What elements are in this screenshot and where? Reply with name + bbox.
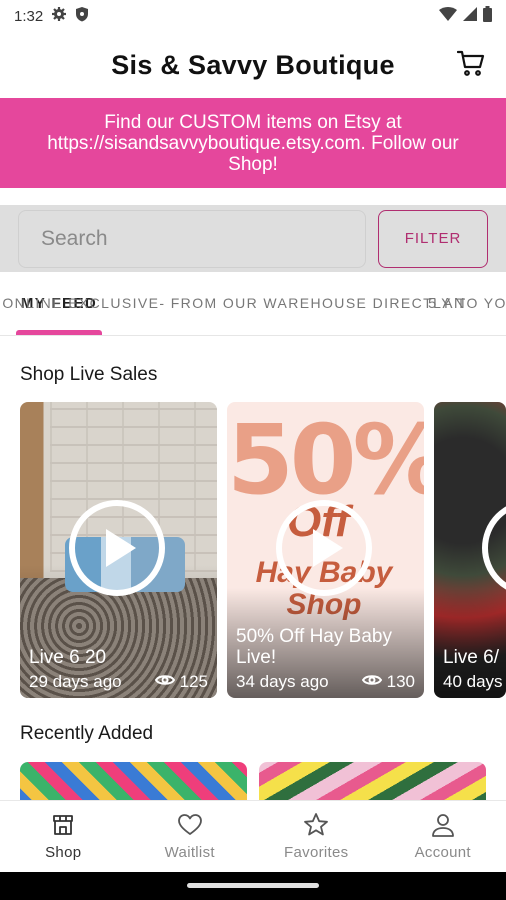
live-sale-card[interactable]: Live 6 20 29 days ago 125 <box>20 402 217 698</box>
eye-icon <box>361 672 382 692</box>
nav-shop[interactable]: Shop <box>0 801 127 872</box>
cart-button[interactable] <box>456 50 486 80</box>
status-bar: 1:32 <box>0 0 506 32</box>
banner-text: Find our CUSTOM items on Etsy at https:/… <box>47 111 459 175</box>
card-age: 34 days ago <box>236 672 329 691</box>
filter-button[interactable]: FILTER <box>378 209 488 268</box>
battery-icon <box>483 6 492 26</box>
play-icon[interactable] <box>482 500 506 596</box>
card-views: 125 <box>154 672 208 692</box>
heart-icon <box>177 812 203 838</box>
settings-gear-icon <box>51 6 67 26</box>
view-count: 125 <box>179 672 208 691</box>
cart-icon <box>456 49 485 82</box>
section-title-live-sales: Shop Live Sales <box>20 364 158 385</box>
system-gesture-bar <box>0 872 506 900</box>
card-title: 50% Off Hay Baby Live! <box>236 626 392 668</box>
nav-label: Favorites <box>284 844 349 861</box>
nav-account[interactable]: Account <box>380 801 506 872</box>
card-age: 40 days <box>443 672 503 691</box>
recently-added-carousel <box>20 762 506 800</box>
nav-label: Waitlist <box>164 844 215 861</box>
announcement-banner[interactable]: Find our CUSTOM items on Etsy at https:/… <box>0 98 506 188</box>
search-bar: Search FILTER <box>0 205 506 272</box>
wifi-icon <box>439 7 457 25</box>
signal-icon <box>463 7 477 25</box>
view-count: 130 <box>386 672 415 691</box>
nav-label: Account <box>414 844 471 861</box>
status-time: 1:32 <box>14 7 44 25</box>
nav-favorites[interactable]: Favorites <box>253 801 380 872</box>
live-sale-card[interactable]: 50% Off Hay Baby Shop 50% Off Hay Baby L… <box>227 402 424 698</box>
bottom-navigation: Shop Waitlist Favorites Account <box>0 800 506 872</box>
product-card[interactable] <box>259 762 486 800</box>
store-icon <box>50 812 76 838</box>
search-input[interactable]: Search <box>18 209 366 268</box>
section-title-recently-added: Recently Added <box>20 723 154 744</box>
tab-online-exclusive[interactable]: ONLINE EXCLUSIVE- FROM OUR WAREHOUSE DIR… <box>2 272 506 335</box>
card-info: Live 6/ 40 days <box>443 647 506 692</box>
card-info: 50% Off Hay Baby Live! 34 days ago 130 <box>236 626 415 692</box>
live-sale-card[interactable]: Live 6/ 40 days <box>434 402 506 698</box>
tab-5-an[interactable]: 5 AN <box>408 272 488 335</box>
category-tabs: MY FEED ONLINE EXCLUSIVE- FROM OUR WAREH… <box>0 272 506 336</box>
product-card[interactable] <box>20 762 247 800</box>
app-title: Sis & Savvy Boutique <box>111 49 395 80</box>
nav-label: Shop <box>45 844 82 861</box>
app-header: Sis & Savvy Boutique <box>0 32 506 98</box>
card-title: Live 6 20 <box>29 647 107 668</box>
card-title: Live 6/ <box>443 647 499 668</box>
card-info: Live 6 20 29 days ago 125 <box>29 647 208 692</box>
card-views: 130 <box>361 672 415 692</box>
person-icon <box>430 812 456 838</box>
nav-waitlist[interactable]: Waitlist <box>127 801 254 872</box>
play-icon[interactable] <box>69 500 165 596</box>
play-icon[interactable] <box>276 500 372 596</box>
home-gesture-handle[interactable] <box>187 883 319 888</box>
eye-icon <box>154 672 175 692</box>
star-icon <box>303 812 329 838</box>
shield-icon <box>75 6 89 26</box>
card-age: 29 days ago <box>29 672 122 691</box>
live-sales-carousel: Live 6 20 29 days ago 125 50% Off Hay Ba… <box>20 402 506 698</box>
